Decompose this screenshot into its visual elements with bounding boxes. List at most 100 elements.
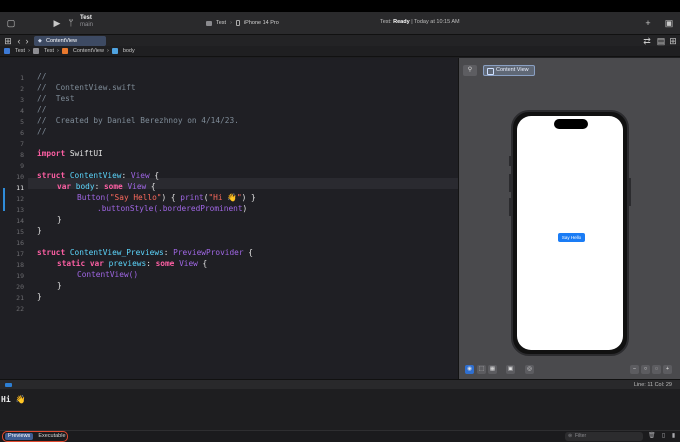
preview-tag[interactable]: Content View	[483, 65, 535, 76]
breadcrumb-item[interactable]: body	[123, 46, 135, 57]
project-icon	[4, 48, 10, 54]
line-number: 1	[20, 74, 24, 82]
scheme-name: Test	[216, 20, 227, 26]
code-line: struct ContentView_Previews: PreviewProv…	[37, 248, 253, 257]
line-number: 9	[20, 162, 24, 170]
code-text: {	[149, 171, 160, 180]
tab-bar: ⊞ ‹ › ◆ ContentView ⇄ ▤ ⊞	[0, 34, 680, 46]
filter-placeholder: Filter	[575, 433, 587, 439]
string-literal: "Say Hello"	[109, 193, 162, 202]
iphone-preview: Say Hello	[511, 110, 629, 356]
code-line: // Test	[37, 94, 75, 103]
keyword: static var	[57, 259, 104, 268]
code-line: }	[57, 281, 62, 290]
split-view-icon[interactable]: ▯	[660, 433, 667, 440]
say-hello-button[interactable]: Say Hello	[558, 233, 585, 242]
keyword: struct	[37, 171, 66, 180]
settings-icon[interactable]: ◎	[525, 365, 534, 374]
code-text: ) }	[241, 193, 256, 202]
line-number: 3	[20, 96, 24, 104]
add-icon[interactable]: +	[643, 18, 653, 28]
property-name: body	[71, 182, 95, 191]
status-time: | Today at 10:15 AM	[411, 19, 460, 25]
trash-icon[interactable]: 🗑	[648, 433, 656, 440]
refresh-icon[interactable]: ⇄	[642, 36, 652, 46]
line-number: 17	[16, 250, 24, 258]
sidebar-toggle-icon[interactable]: ▢	[6, 18, 16, 28]
line-number: 16	[16, 239, 24, 247]
project-name: Test	[80, 15, 92, 21]
method-name: .buttonStyle(	[97, 204, 159, 213]
breadcrumb-item[interactable]: Test	[15, 46, 25, 57]
code-line: }	[37, 292, 42, 301]
device-settings-icon[interactable]: ▣	[506, 365, 515, 374]
live-mode-icon[interactable]: ◉	[465, 365, 474, 374]
preview-canvas[interactable]: ⚲ Content View Say Hello ◉ ⬚ ▦ ▣ ◎ − ○ ◌…	[458, 58, 680, 379]
code-line: // ContentView.swift	[37, 83, 136, 92]
selectable-mode-icon[interactable]: ⬚	[477, 365, 486, 374]
breadcrumb: Test › Test › ContentView › body	[0, 46, 680, 57]
zoom-in-icon[interactable]: +	[663, 365, 672, 374]
forward-icon[interactable]: ›	[22, 36, 32, 46]
code-line: //	[37, 105, 47, 114]
keyword: some	[103, 182, 123, 191]
code-line-current: var body: some View {	[57, 182, 156, 191]
run-icon[interactable]: ▶	[52, 18, 62, 28]
line-number: 4	[20, 107, 24, 115]
zoom-out-icon[interactable]: −	[630, 365, 639, 374]
type-name: PreviewProvider	[173, 248, 244, 257]
filter-input[interactable]: ⊜ Filter	[565, 432, 643, 441]
code-text: :	[146, 259, 156, 268]
debug-area-toggle-icon[interactable]	[5, 383, 12, 387]
code-text: {	[243, 248, 253, 257]
type-name: ContentView_Previews	[65, 248, 164, 257]
breadcrumb-item[interactable]: ContentView	[73, 46, 104, 57]
toolbar: ▢ ▶ ᛘ Test main Test › iPhone 14 Pro Tes…	[0, 12, 680, 34]
status-state: Ready	[393, 19, 410, 25]
line-number: 18	[16, 261, 24, 269]
debug-bar: Line: 11 Col: 29	[0, 379, 680, 389]
segment-previews[interactable]: Previews	[5, 433, 34, 440]
split-editor-icon[interactable]: ▤	[656, 36, 666, 46]
console-layout-icon[interactable]: ▮	[670, 433, 677, 440]
swift-file-icon	[61, 48, 68, 54]
code-text: {	[197, 259, 208, 268]
code-line: ContentView()	[77, 270, 138, 279]
keyword: some	[155, 259, 175, 268]
segment-executable[interactable]: Executable	[35, 433, 68, 440]
line-number: 5	[20, 118, 24, 126]
tab-contentview[interactable]: ◆ ContentView	[34, 36, 106, 46]
code-text: :	[121, 171, 131, 180]
variants-icon[interactable]: ▦	[488, 365, 497, 374]
zoom-fit-icon[interactable]: ○	[641, 365, 650, 374]
add-editor-icon[interactable]: ⊞	[668, 36, 678, 46]
swift-file-icon: ◆	[38, 38, 42, 44]
code-line: static var previews: some View {	[57, 259, 207, 268]
filter-icon: ⊜	[568, 433, 573, 439]
inspector-toggle-icon[interactable]: ▣	[664, 18, 674, 28]
folder-icon	[32, 48, 39, 54]
property-name: previews	[103, 259, 147, 268]
line-number: 22	[16, 305, 24, 313]
console-area[interactable]: Hi 👋	[0, 389, 680, 430]
pin-icon[interactable]: ⚲	[463, 65, 477, 76]
grid-icon[interactable]: ⊞	[3, 36, 13, 46]
breadcrumb-item[interactable]: Test	[44, 46, 54, 57]
zoom-actual-icon[interactable]: ◌	[652, 365, 661, 374]
scheme-selector[interactable]: Test › iPhone 14 Pro	[206, 18, 279, 28]
code-text: ) {	[161, 193, 181, 202]
line-number: 13	[16, 206, 24, 214]
source-editor[interactable]: 1 2 3 4 5 6 7 8 9 10 11 12 13 14 15 16 1…	[0, 58, 458, 379]
chevron-right-icon: ›	[230, 20, 232, 26]
branch-icon: ᛘ	[68, 18, 74, 28]
status-prefix: Test:	[380, 19, 392, 25]
module-name: SwiftUI	[65, 149, 103, 158]
output-source-selector[interactable]: Previews Executable	[2, 431, 68, 442]
line-number-gutter: 1 2 3 4 5 6 7 8 9 10 11 12 13 14 15 16 1…	[0, 58, 28, 379]
type-name: View	[130, 171, 150, 180]
line-number: 15	[16, 228, 24, 236]
project-info[interactable]: Test main	[80, 15, 93, 29]
code-text: )	[242, 204, 248, 213]
chevron-right-icon: ›	[57, 47, 59, 54]
keyword: import	[37, 149, 66, 158]
